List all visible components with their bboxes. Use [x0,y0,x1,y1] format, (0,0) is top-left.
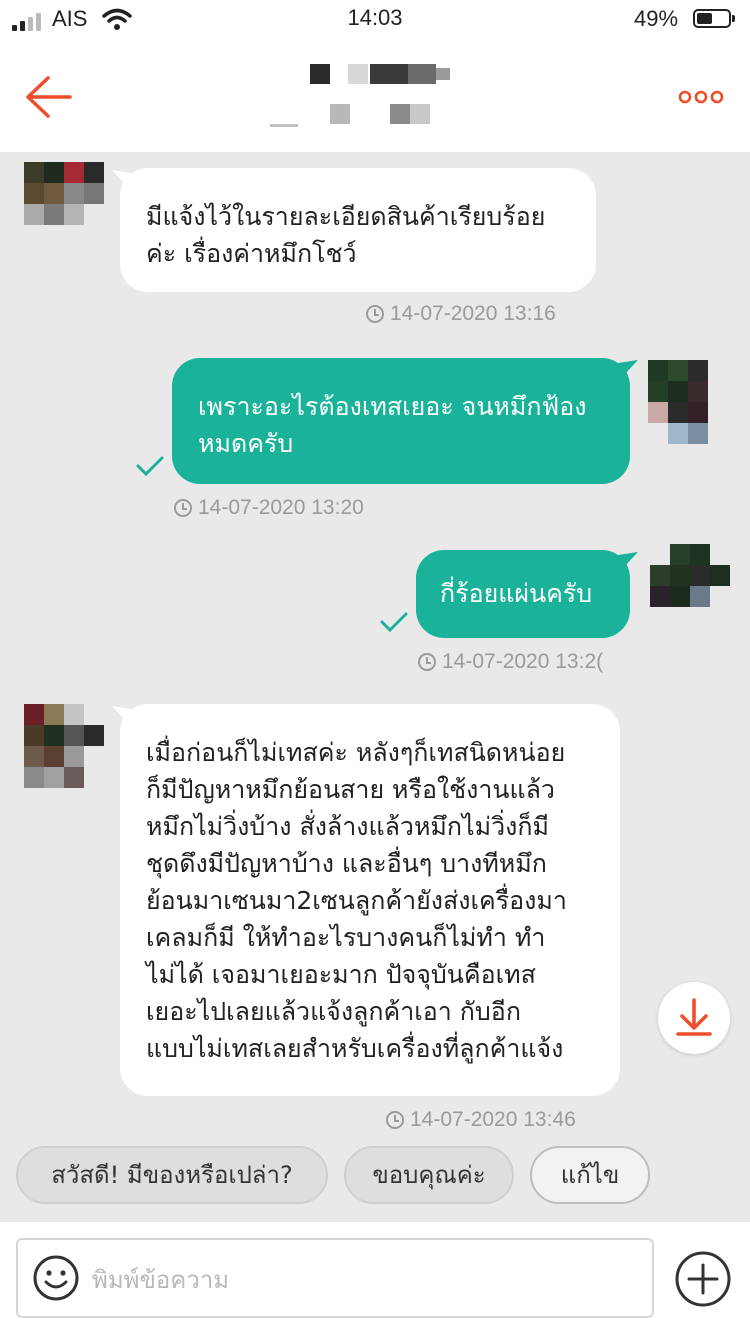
scroll-to-bottom-button[interactable] [658,982,730,1054]
status-bar: AIS 14:03 49% [0,0,750,42]
message-timestamp: 14-07-2020 13:20 [174,496,364,520]
message-bubble-outgoing[interactable]: เพราะอะไรต้องเทสเยอะ จนหมึกฟ้อง หมดครับ [172,358,630,484]
back-arrow-icon[interactable] [24,74,74,120]
quick-reply-hello[interactable]: สวัสดี! มีของหรือเปล่า? [16,1146,328,1204]
seller-avatar[interactable] [24,162,104,246]
message-input[interactable]: พิมพ์ข้อความ [16,1238,654,1318]
download-arrow-icon [676,998,712,1036]
user-avatar[interactable] [648,360,728,444]
bubble-tail [612,360,638,388]
message-bubble-incoming[interactable]: มีแจ้งไว้ในรายละเอียดสินค้าเรียบร้อย ค่ะ… [120,168,596,292]
message-line: เพราะอะไรต้องเทสเยอะ จนหมึกฟ้อง [198,392,587,421]
message-line: หมึกไม่วิ่งบ้าง สั่งล้างแล้วหมึกไม่วิ่งก… [146,812,549,841]
message-line: กี่ร้อยแผ่นครับ [440,579,593,608]
message-line: แบบไม่เทสเลยสำหรับเครื่องที่ลูกค้าแจ้ง [146,1034,564,1063]
battery-percent: 49% [634,6,679,31]
chat-header [0,42,750,152]
read-check-icon [136,456,164,476]
user-avatar[interactable] [650,544,730,628]
clock-icon [174,499,192,517]
quick-reply-thanks[interactable]: ขอบคุณค่ะ [344,1146,514,1204]
bubble-tail [112,706,138,734]
message-timestamp: 14-07-2020 13:16 [366,302,556,326]
quick-reply-edit-button[interactable]: แก้ไข [530,1146,650,1204]
clock-icon [386,1111,404,1129]
message-bubble-incoming[interactable]: เมื่อก่อนก็ไม่เทสค่ะ หลังๆก็เทสนิดหน่อย … [120,704,620,1096]
message-line: เคลมก็มี ให้ทำอะไรบางคนก็ไม่ทำ ทำ [146,923,546,952]
more-options-icon[interactable] [676,82,726,112]
message-line: ก็มีปัญหาหมึกย้อนสาย หรือใช้งานแล้ว [146,775,555,804]
chat-partner-info[interactable] [260,60,480,132]
message-line: ย้อนมาเซนมา2เซนลูกค้ายังส่งเครื่องมา [146,886,567,915]
message-line: เมื่อก่อนก็ไม่เทสค่ะ หลังๆก็เทสนิดหน่อย [146,738,566,767]
message-line: ไม่ได้ เจอมาเยอะมาก ปัจจุบันคือเทส [146,960,536,989]
message-timestamp: 14-07-2020 13:2( [418,650,603,674]
message-line: ค่ะ เรื่องค่าหมึกโชว์ [146,239,357,268]
read-check-icon [380,612,408,632]
bubble-tail [112,170,138,198]
bubble-tail [612,552,638,580]
message-input-bar: พิมพ์ข้อความ [0,1222,750,1334]
message-line: เยอะไปเลยแล้วแจ้งลูกค้าเอา กับอีก [146,997,521,1026]
battery-icon [693,9,735,28]
message-line: ชุดดึงมีปัญหาบ้าง และอื่นๆ บางทีหมึก [146,849,547,878]
message-timestamp: 14-07-2020 13:46 [386,1108,576,1132]
emoji-icon[interactable] [32,1254,80,1302]
seller-avatar[interactable] [24,704,104,788]
clock-icon [366,305,384,323]
input-placeholder: พิมพ์ข้อความ [92,1266,230,1294]
add-attachment-icon[interactable] [674,1250,732,1308]
message-line: มีแจ้งไว้ในรายละเอียดสินค้าเรียบร้อย [146,202,546,231]
clock-icon [418,653,436,671]
chat-messages[interactable]: มีแจ้งไว้ในรายละเอียดสินค้าเรียบร้อย ค่ะ… [0,152,750,1142]
message-line: หมดครับ [198,429,294,458]
message-bubble-outgoing[interactable]: กี่ร้อยแผ่นครับ [416,550,630,638]
